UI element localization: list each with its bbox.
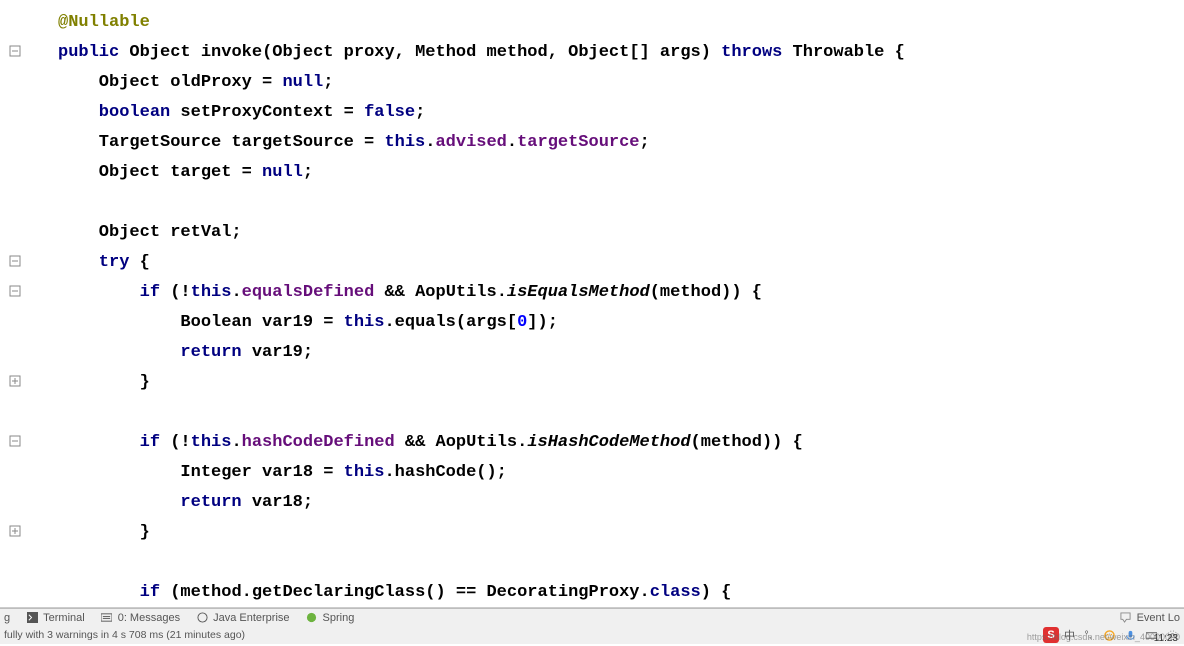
label: g: [4, 612, 10, 624]
code-editor[interactable]: @Nullable public Object invoke(Object pr…: [30, 0, 1184, 607]
code-text: {: [129, 253, 149, 272]
keyword-this: this: [384, 133, 425, 152]
keyword-public: public: [58, 43, 119, 62]
code-text: Throwable {: [782, 43, 904, 62]
keyword-this: this: [191, 433, 232, 452]
literal-false: false: [364, 103, 415, 122]
code-text: ;: [323, 73, 333, 92]
number-literal: 0: [517, 313, 527, 332]
code-text: (Object proxy, Method method, Object[] a…: [262, 43, 721, 62]
field-ref: advised: [435, 133, 506, 152]
spring-icon: [304, 610, 320, 626]
code-text: }: [58, 523, 150, 542]
code-text: Integer var18 =: [58, 463, 344, 482]
keyword-throws: throws: [721, 43, 782, 62]
code-text: (method)) {: [650, 283, 762, 302]
code-text: (!: [160, 433, 191, 452]
keyword-return: return: [58, 493, 242, 512]
toolbar-item-spring[interactable]: Spring: [304, 610, 355, 626]
code-text: }: [58, 373, 150, 392]
code-text: (method)) {: [691, 433, 803, 452]
label: Event Lo: [1137, 612, 1180, 624]
expand-icon[interactable]: [8, 374, 22, 388]
gutter: [0, 0, 30, 607]
literal-null: null: [282, 73, 323, 92]
literal-null: null: [262, 163, 303, 182]
java-icon: [194, 610, 210, 626]
code-text: var18;: [242, 493, 313, 512]
keyword-if: if: [58, 283, 160, 302]
code-text: var19;: [242, 343, 313, 362]
code-text: Object retVal;: [58, 223, 242, 242]
collapse-icon[interactable]: [8, 254, 22, 268]
field-ref: targetSource: [517, 133, 639, 152]
code-text: Object oldProxy =: [58, 73, 282, 92]
code-text: Boolean var19 =: [58, 313, 344, 332]
label: 0: Messages: [118, 612, 180, 624]
keyword-boolean: boolean: [58, 103, 170, 122]
code-text: && AopUtils.: [374, 283, 507, 302]
collapse-icon[interactable]: [8, 434, 22, 448]
code-text: (!: [160, 283, 191, 302]
method-call: isEqualsMethod: [507, 283, 650, 302]
code-text: TargetSource targetSource =: [58, 133, 384, 152]
code-text: Object target =: [58, 163, 262, 182]
editor-container: @Nullable public Object invoke(Object pr…: [0, 0, 1184, 608]
label: Terminal: [43, 612, 85, 624]
keyword-class: class: [650, 583, 701, 602]
keyword-this: this: [344, 463, 385, 482]
annotation: @Nullable: [58, 13, 150, 32]
label: Java Enterprise: [213, 612, 289, 624]
tool-window-bar: g Terminal 0: Messages Java Enterprise S…: [0, 608, 1184, 626]
method-name: invoke: [201, 43, 262, 62]
method-call: isHashCodeMethod: [527, 433, 690, 452]
code-text: ;: [415, 103, 425, 122]
code-text: && AopUtils.: [395, 433, 528, 452]
clock-text: 11:23: [1154, 633, 1178, 644]
code-text: ;: [640, 133, 650, 152]
balloon-icon: [1118, 610, 1134, 626]
toolbar-item-event-log[interactable]: Event Lo: [1118, 610, 1180, 626]
code-text: (method.getDeclaringClass() == Decoratin…: [160, 583, 650, 602]
code-text: .: [425, 133, 435, 152]
toolbar-item-java-enterprise[interactable]: Java Enterprise: [194, 610, 289, 626]
build-status-text: fully with 3 warnings in 4 s 708 ms (21 …: [4, 629, 245, 641]
keyword-try: try: [58, 253, 129, 272]
toolbar-item-terminal[interactable]: Terminal: [24, 610, 85, 626]
messages-icon: [99, 610, 115, 626]
code-text: .: [231, 433, 241, 452]
field-ref: hashCodeDefined: [242, 433, 395, 452]
label: Spring: [323, 612, 355, 624]
keyword-return: return: [58, 343, 242, 362]
code-text: .: [507, 133, 517, 152]
status-bar: fully with 3 warnings in 4 s 708 ms (21 …: [0, 626, 1184, 644]
collapse-icon[interactable]: [8, 44, 22, 58]
keyword-this: this: [344, 313, 385, 332]
toolbar-item-messages[interactable]: 0: Messages: [99, 610, 180, 626]
keyword-if: if: [58, 583, 160, 602]
code-text: .hashCode();: [384, 463, 506, 482]
collapse-icon[interactable]: [8, 284, 22, 298]
code-text: .: [231, 283, 241, 302]
keyword-if: if: [58, 433, 160, 452]
expand-icon[interactable]: [8, 524, 22, 538]
terminal-icon: [24, 610, 40, 626]
keyword-this: this: [191, 283, 232, 302]
toolbar-item-g[interactable]: g: [4, 612, 10, 624]
code-text: ;: [303, 163, 313, 182]
code-text: ) {: [701, 583, 732, 602]
field-ref: equalsDefined: [242, 283, 375, 302]
code-text: setProxyContext =: [170, 103, 364, 122]
code-text: .equals(args[: [384, 313, 517, 332]
code-text: ]);: [527, 313, 558, 332]
code-text: Object: [129, 43, 200, 62]
